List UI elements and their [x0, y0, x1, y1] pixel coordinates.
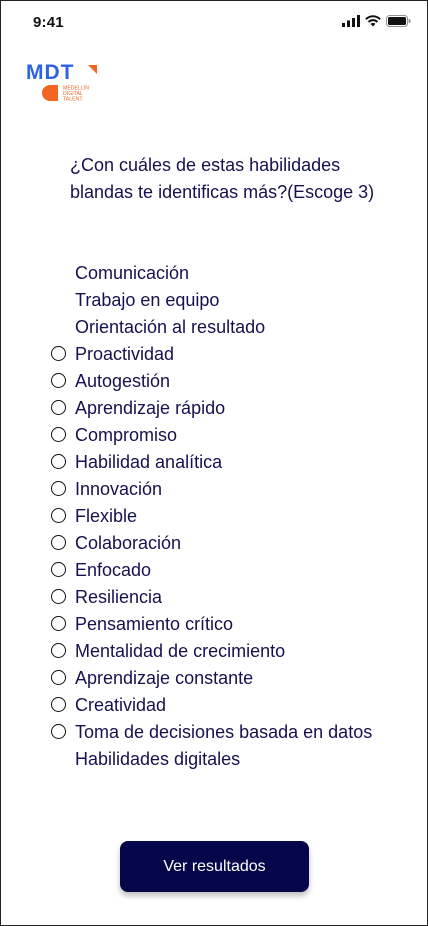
- skill-option[interactable]: Mentalidad de crecimiento: [49, 638, 409, 665]
- skill-option[interactable]: Enfocado: [49, 557, 409, 584]
- radio-button[interactable]: [51, 535, 66, 550]
- ver-resultados-button[interactable]: Ver resultados: [120, 841, 309, 892]
- skill-option[interactable]: Proactividad: [49, 341, 409, 368]
- radio-button[interactable]: [51, 400, 66, 415]
- skill-option-label: Proactividad: [75, 344, 175, 364]
- skill-option[interactable]: Resiliencia: [49, 584, 409, 611]
- skill-option[interactable]: Habilidad analítica: [49, 449, 409, 476]
- status-time: 9:41: [33, 14, 64, 31]
- svg-text:MDT: MDT: [26, 61, 75, 84]
- skill-option-label: Flexible: [75, 506, 138, 526]
- skill-option-label: Innovación: [75, 479, 163, 499]
- skill-option[interactable]: Toma de decisiones basada en datos: [49, 719, 409, 746]
- radio-button[interactable]: [51, 724, 66, 739]
- skill-option-label: Toma de decisiones basada en datos: [75, 722, 373, 742]
- wifi-icon: [365, 15, 381, 27]
- skill-option: Comunicación: [49, 260, 409, 287]
- skill-option[interactable]: Flexible: [49, 503, 409, 530]
- radio-button[interactable]: [51, 508, 66, 523]
- skill-option[interactable]: Pensamiento crítico: [49, 611, 409, 638]
- radio-button[interactable]: [51, 562, 66, 577]
- skill-option-label: Compromiso: [75, 425, 178, 445]
- skill-option-label: Mentalidad de crecimiento: [75, 641, 286, 661]
- radio-button[interactable]: [51, 616, 66, 631]
- mdt-logo: MDT MEDELLÍN DIGITAL TALENT: [26, 61, 97, 103]
- skill-option: Trabajo en equipo: [49, 287, 409, 314]
- skill-option-label: Autogestión: [75, 371, 171, 391]
- question-text: ¿Con cuáles de estas habilidades blandas…: [70, 155, 375, 202]
- signal-icon: [342, 15, 360, 27]
- skill-option[interactable]: Creatividad: [49, 692, 409, 719]
- radio-button[interactable]: [51, 373, 66, 388]
- skill-option-label: Habilidad analítica: [75, 452, 223, 472]
- skill-option-label: Aprendizaje rápido: [75, 398, 226, 418]
- skill-option[interactable]: Aprendizaje rápido: [49, 395, 409, 422]
- system-icons: [342, 15, 411, 27]
- battery-icon: [386, 15, 411, 27]
- radio-button[interactable]: [51, 481, 66, 496]
- radio-button[interactable]: [51, 697, 66, 712]
- svg-text:TALENT: TALENT: [63, 97, 83, 103]
- skill-option[interactable]: Compromiso: [49, 422, 409, 449]
- radio-button[interactable]: [51, 427, 66, 442]
- radio-button[interactable]: [51, 589, 66, 604]
- skill-option-label: Orientación al resultado: [75, 317, 266, 337]
- skill-option[interactable]: Aprendizaje constante: [49, 665, 409, 692]
- phone-screen: 9:41 MDT MEDELLÍN DIGITAL TALENT ¿Con cu…: [0, 0, 428, 926]
- skill-option-label: Creatividad: [75, 695, 167, 715]
- skill-option: Orientación al resultado: [49, 314, 409, 341]
- skill-option-label: Colaboración: [75, 533, 182, 553]
- skill-option[interactable]: Autogestión: [49, 368, 409, 395]
- status-bar: 9:41: [1, 1, 427, 45]
- radio-button[interactable]: [51, 643, 66, 658]
- skill-option[interactable]: Colaboración: [49, 530, 409, 557]
- skill-option-label: Pensamiento crítico: [75, 614, 234, 634]
- skill-option: Habilidades digitales: [49, 746, 409, 773]
- skill-option-label: Comunicación: [75, 263, 190, 283]
- skill-option-label: Resiliencia: [75, 587, 163, 607]
- skill-option-label: Enfocado: [75, 560, 152, 580]
- skill-option-label: Aprendizaje constante: [75, 668, 254, 688]
- skills-list: Comunicación Trabajo en equipo Orientación…: [49, 260, 409, 773]
- skill-option-label: Habilidades digitales: [75, 749, 241, 769]
- skill-option-label: Trabajo en equipo: [75, 290, 220, 310]
- radio-button[interactable]: [51, 670, 66, 685]
- radio-button[interactable]: [51, 454, 66, 469]
- radio-button[interactable]: [51, 346, 66, 361]
- skill-option[interactable]: Innovación: [49, 476, 409, 503]
